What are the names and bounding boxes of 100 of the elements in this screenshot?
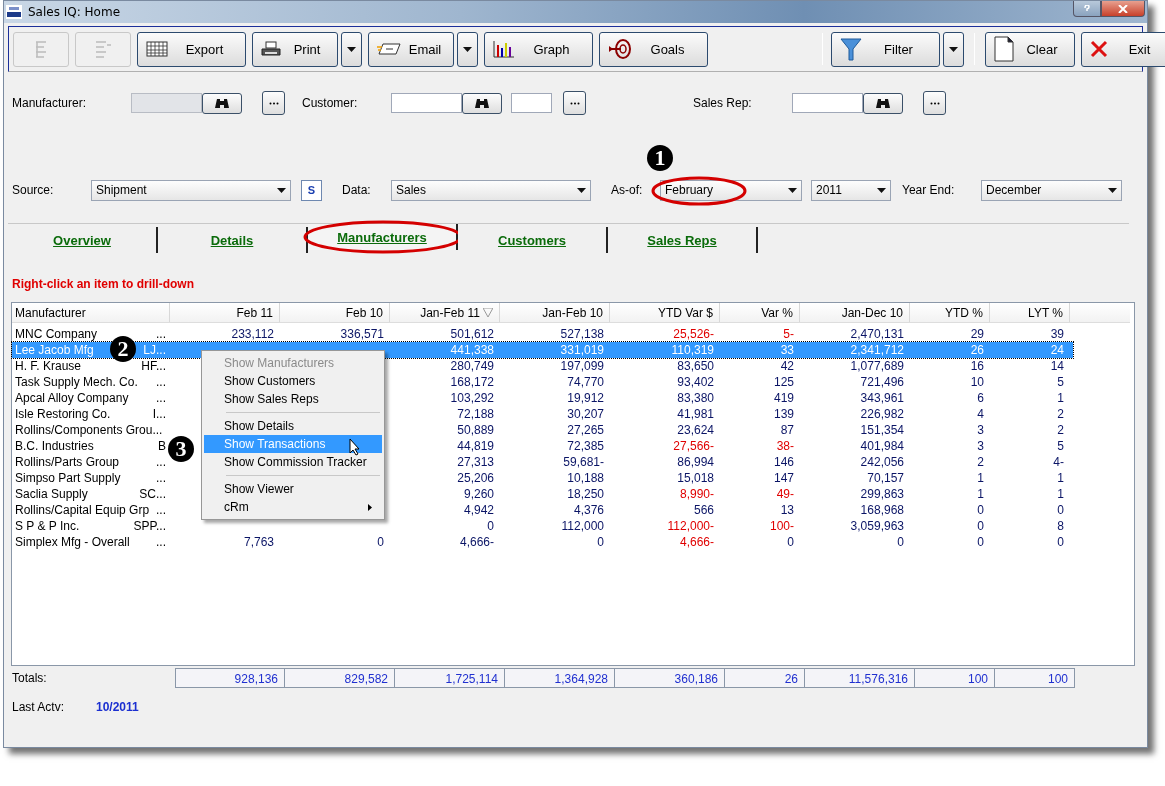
- toolbar-button[interactable]: Exit: [1081, 31, 1165, 67]
- table-cell: 8: [1057, 519, 1064, 533]
- table-cell: 72,188: [457, 407, 494, 421]
- table-cell: 42: [780, 359, 794, 373]
- table-cell-text: LJ...: [143, 343, 167, 357]
- table-cell: 26: [970, 343, 984, 357]
- table-cell: 9,260: [463, 487, 494, 501]
- lookup-field[interactable]: [391, 93, 462, 113]
- table-cell: 13: [780, 503, 794, 517]
- column-header[interactable]: Feb 11: [170, 303, 280, 322]
- table-cell: 1,077,689: [850, 359, 904, 373]
- table-cell: 2,341,712: [850, 343, 904, 357]
- table-cell: 226,982: [860, 407, 904, 421]
- toolbar-button[interactable]: Graph: [484, 31, 593, 67]
- toolbar-button[interactable]: Email: [368, 31, 454, 67]
- menu-item[interactable]: Show Sales Reps: [204, 390, 382, 408]
- table-cell: 1: [1057, 471, 1064, 485]
- table-cell-text: ...: [156, 391, 167, 405]
- column-header[interactable]: LYT %: [990, 303, 1070, 322]
- source-button[interactable]: S: [301, 179, 322, 201]
- table-cell-text: I...: [152, 407, 167, 421]
- table-cell: 1: [1057, 391, 1064, 405]
- table-cell: 33: [780, 343, 794, 357]
- caret-icon: [949, 46, 958, 52]
- table-cell: 59,681-: [563, 455, 604, 469]
- table-cell: 0: [977, 535, 984, 549]
- total-cell: 1,364,928: [505, 668, 615, 688]
- toolbar-button[interactable]: Export: [137, 31, 246, 67]
- table-cell: 30,207: [567, 407, 604, 421]
- caret-icon: [277, 187, 286, 193]
- toolbar-button[interactable]: Clear: [985, 31, 1075, 67]
- browse-button[interactable]: [262, 91, 285, 115]
- table-cell: H. F. Krause: [15, 359, 82, 373]
- toolbar-button[interactable]: Goals: [599, 31, 708, 67]
- table-cell: 419: [773, 391, 794, 405]
- table-cell: 299,863: [860, 487, 904, 501]
- column-header[interactable]: Jan-Dec 10: [800, 303, 910, 322]
- column-header[interactable]: Jan-Feb 10: [500, 303, 610, 322]
- menu-item[interactable]: cRm: [204, 498, 382, 516]
- dropdown-field[interactable]: Shipment: [91, 179, 291, 201]
- dropdown-button[interactable]: [943, 31, 964, 67]
- total-cell: 100: [995, 668, 1075, 688]
- table-cell: 14: [1050, 359, 1064, 373]
- toolbar-button[interactable]: Print: [252, 31, 338, 67]
- table-cell: 7,763: [243, 535, 274, 549]
- binoculars-icon: [474, 97, 490, 109]
- toolbar-button[interactable]: Filter: [831, 31, 940, 67]
- field-label: As-of:: [611, 183, 644, 197]
- total-cell: 26: [725, 668, 805, 688]
- column-header[interactable]: YTD %: [910, 303, 990, 322]
- table-cell: Task Supply Mech. Co.: [15, 375, 138, 389]
- dropdown-field[interactable]: 2011: [811, 179, 891, 201]
- dropdown-field[interactable]: December: [981, 179, 1122, 201]
- column-header[interactable]: YTD Var $: [610, 303, 720, 322]
- menu-item[interactable]: Show Customers: [204, 372, 382, 390]
- search-button[interactable]: [202, 92, 242, 114]
- menu-item[interactable]: Show Viewer: [204, 480, 382, 498]
- table-cell: 70,157: [867, 471, 904, 485]
- column-header[interactable]: Jan-Feb 11: [390, 303, 500, 322]
- table-cell-text: ...: [156, 375, 167, 389]
- lookup-field[interactable]: [792, 93, 863, 113]
- table-cell: 25,526-: [673, 327, 714, 341]
- column-header[interactable]: Manufacturer: [12, 303, 170, 322]
- binoculars-icon: [214, 97, 230, 109]
- table-cell: 197,099: [560, 359, 604, 373]
- table-cell: 1: [977, 471, 984, 485]
- menu-item[interactable]: Show Commission Tracker: [204, 453, 382, 471]
- table-cell: 168,968: [860, 503, 904, 517]
- search-button[interactable]: [863, 92, 903, 114]
- table-cell: 0: [977, 519, 984, 533]
- search-button[interactable]: [462, 92, 502, 114]
- dropdown-field[interactable]: Sales: [391, 179, 591, 201]
- table-cell: 86,994: [677, 455, 714, 469]
- tab[interactable]: Customers: [458, 227, 608, 253]
- table-cell: 112,000: [561, 519, 604, 533]
- table-cell: Rollins/Components Grou...: [15, 423, 163, 437]
- dropdown-button[interactable]: [341, 31, 362, 67]
- column-header[interactable]: Var %: [720, 303, 800, 322]
- table-cell: 5: [1057, 375, 1064, 389]
- list-icon: [35, 40, 47, 58]
- column-header[interactable]: Feb 10: [280, 303, 390, 322]
- ellipsis-icon: [569, 101, 580, 105]
- table-cell: Isle Restoring Co.: [15, 407, 111, 421]
- browse-button[interactable]: [563, 91, 586, 115]
- caret-icon: [347, 46, 356, 52]
- table-cell-text: ...: [156, 535, 167, 549]
- menu-item[interactable]: Show Details: [204, 417, 382, 435]
- table-cell: 0: [977, 503, 984, 517]
- table-cell: 0: [377, 535, 384, 549]
- table-cell: 0: [787, 535, 794, 549]
- help-button[interactable]: [1073, 1, 1101, 17]
- browse-button[interactable]: [923, 91, 946, 115]
- table-cell: 6: [977, 391, 984, 405]
- input-field[interactable]: [511, 93, 552, 113]
- dropdown-button[interactable]: [457, 31, 478, 67]
- close-button[interactable]: [1101, 1, 1145, 17]
- table-cell: 242,056: [860, 455, 904, 469]
- field-label: Customer:: [302, 96, 359, 110]
- dropdown-field[interactable]: February: [660, 179, 802, 201]
- table-cell: Saclia Supply: [15, 487, 88, 501]
